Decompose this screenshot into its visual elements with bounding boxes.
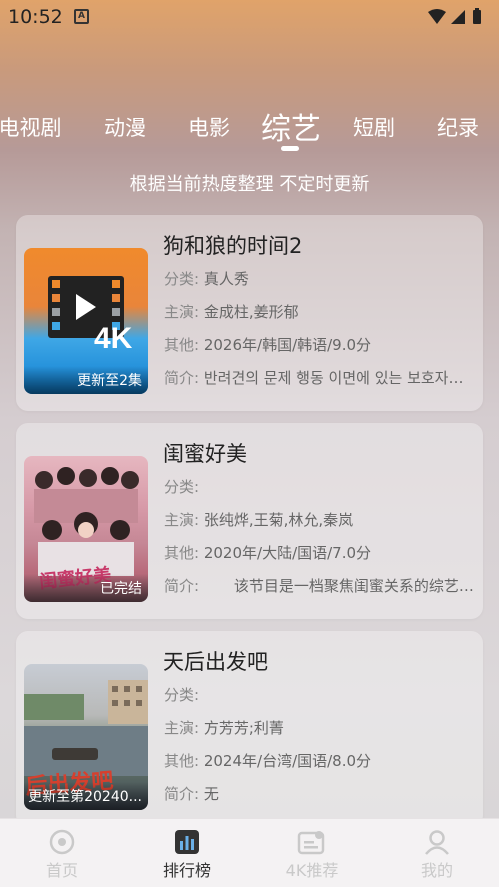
category-tabs: 电视剧 动漫 电影 综艺 短剧 纪录 xyxy=(0,100,499,150)
episode-badge: 更新至2集 xyxy=(24,366,148,394)
show-cast: 主演: 张纯烨,王菊,林允,秦岚 xyxy=(164,511,354,529)
show-title: 狗和狼的时间2 xyxy=(163,234,303,258)
battery-icon xyxy=(473,10,481,24)
show-category: 分类: xyxy=(164,686,200,704)
4k-icon xyxy=(297,831,325,855)
show-category: 分类: 真人秀 xyxy=(164,270,249,288)
status-badge: 已完结 xyxy=(24,574,148,602)
active-tab-indicator xyxy=(281,146,299,151)
signal-icon xyxy=(451,10,465,24)
status-bar: 10:52 A xyxy=(0,0,499,34)
show-other: 其他: 2024年/台湾/国语/8.0分 xyxy=(164,752,372,770)
ranking-card[interactable]: 闺蜜好美 已完结 闺蜜好美 分类: 主演: 张纯烨,王菊,林允,秦岚 其他: 2… xyxy=(16,423,483,619)
bottom-navigation: 首页 排行榜 4K推荐 我的 xyxy=(0,818,499,887)
system-status-icons xyxy=(428,8,481,24)
episode-badge: 更新至第20240... xyxy=(24,782,148,810)
svg-text:4K: 4K xyxy=(94,322,133,355)
show-title: 天后出发吧 xyxy=(163,650,268,674)
show-other: 其他: 2026年/韩国/韩语/9.0分 xyxy=(164,336,372,354)
tab-anime[interactable]: 动漫 xyxy=(104,112,146,142)
ranking-card[interactable]: 4K 更新至2集 狗和狼的时间2 分类: 真人秀 主演: 金成柱,姜形郁 其他:… xyxy=(16,215,483,411)
profile-icon xyxy=(425,830,449,855)
nav-ranking[interactable]: 排行榜 xyxy=(125,819,249,887)
notification-icon: A xyxy=(74,9,89,24)
ranking-icon xyxy=(175,830,199,854)
show-category: 分类: xyxy=(164,478,200,496)
show-title: 闺蜜好美 xyxy=(163,442,247,466)
poster-image: 4K 更新至2集 xyxy=(24,248,148,394)
nav-profile[interactable]: 我的 xyxy=(375,819,499,887)
ranking-subtitle: 根据当前热度整理 不定时更新 xyxy=(129,174,370,195)
ranking-card[interactable]: 后出发吧 更新至第20240... 天后出发吧 分类: 主演: 方芳芳;利菁 其… xyxy=(16,631,483,827)
tab-movies[interactable]: 电影 xyxy=(188,112,230,142)
tab-short-drama[interactable]: 短剧 xyxy=(353,112,395,142)
status-time: 10:52 xyxy=(8,6,63,28)
show-other: 其他: 2020年/大陆/国语/7.0分 xyxy=(164,544,372,562)
show-cast: 主演: 金成柱,姜形郁 xyxy=(164,303,299,321)
tab-tv-series[interactable]: 电视剧 xyxy=(0,112,62,142)
home-icon xyxy=(49,829,75,855)
tab-variety[interactable]: 综艺 xyxy=(261,104,321,148)
show-intro: 简介: 无 xyxy=(164,785,219,803)
show-intro: 简介: 반려견의 문제 행동 이면에 있는 보호자의 이야기 xyxy=(164,369,476,387)
wifi-icon xyxy=(428,9,446,24)
show-cast: 主演: 方芳芳;利菁 xyxy=(164,719,284,737)
nav-home[interactable]: 首页 xyxy=(0,819,124,887)
nav-4k-recommend[interactable]: 4K推荐 xyxy=(250,819,374,887)
poster-image: 闺蜜好美 已完结 xyxy=(24,456,148,602)
tab-documentary[interactable]: 纪录 xyxy=(437,112,479,142)
show-intro: 简介: 该节目是一档聚焦闺蜜关系的综艺节目 xyxy=(164,577,476,595)
poster-image: 后出发吧 更新至第20240... xyxy=(24,664,148,810)
